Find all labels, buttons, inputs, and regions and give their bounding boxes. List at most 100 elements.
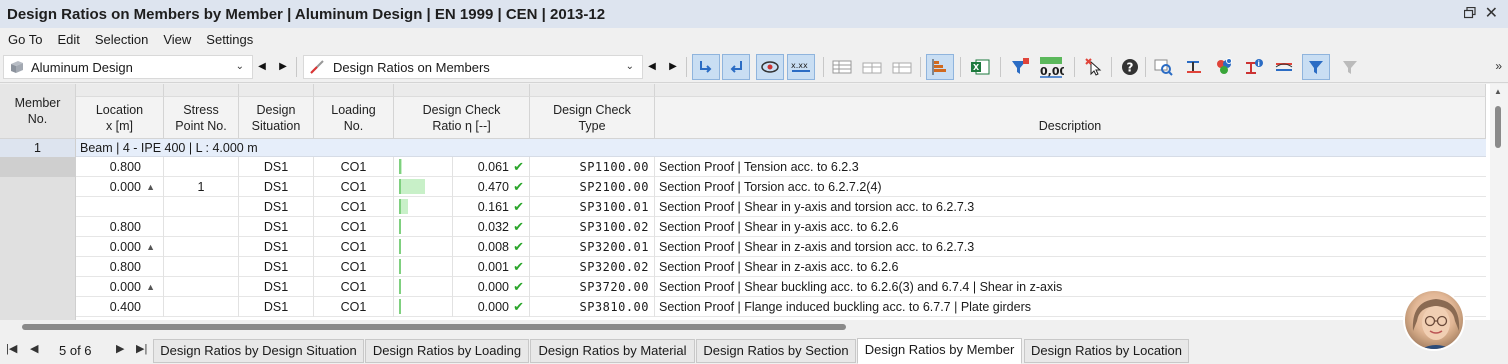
cell-location[interactable]: 0.800 xyxy=(76,217,164,237)
cell-ratio[interactable]: 0.032 ✔ xyxy=(453,217,530,237)
deselect-button[interactable] xyxy=(1080,54,1108,80)
filter-button[interactable] xyxy=(1006,54,1034,80)
view-button[interactable] xyxy=(756,54,784,80)
help-button[interactable]: ? xyxy=(1116,54,1144,80)
tab-design-ratios-by-design-situation[interactable]: Design Ratios by Design Situation xyxy=(153,339,364,363)
horizontal-scroll-thumb[interactable] xyxy=(22,324,846,330)
cell-ratio[interactable]: 0.161 ✔ xyxy=(453,197,530,217)
table-options-button[interactable] xyxy=(858,54,886,80)
cell-loading[interactable]: CO1 xyxy=(314,157,394,177)
cell-design-situation[interactable]: DS1 xyxy=(239,177,314,197)
cell-description[interactable]: Section Proof | Torsion acc. to 6.2.7.2(… xyxy=(655,177,1486,197)
horizontal-scrollbar[interactable] xyxy=(0,320,1490,334)
col-header-loading[interactable]: Loading No. xyxy=(314,97,394,139)
cell-description[interactable]: Section Proof | Shear in z-axis acc. to … xyxy=(655,257,1486,277)
row-header-selected[interactable] xyxy=(0,157,76,177)
col-header-stress-point[interactable]: Stress Point No. xyxy=(164,97,239,139)
cell-check-type[interactable]: SP2100.00 xyxy=(530,177,655,197)
cell-description[interactable]: Section Proof | Shear in y-axis and tors… xyxy=(655,197,1486,217)
bar-chart-button[interactable] xyxy=(926,54,954,80)
col-header-description[interactable]: Description xyxy=(655,97,1486,139)
menu-goto[interactable]: Go To xyxy=(0,32,49,47)
active-filter-button[interactable] xyxy=(1302,54,1330,80)
search-table-button[interactable] xyxy=(1150,54,1178,80)
cell-loading[interactable]: CO1 xyxy=(314,197,394,217)
cell-loading[interactable]: CO1 xyxy=(314,237,394,257)
menu-view[interactable]: View xyxy=(155,32,198,47)
close-icon[interactable]: ✕ xyxy=(1485,3,1498,23)
cell-ratio[interactable]: 0.001 ✔ xyxy=(453,257,530,277)
cell-stress-point[interactable] xyxy=(164,157,239,177)
prev-module-button[interactable]: ◀ xyxy=(255,58,269,76)
tab-design-ratios-by-loading[interactable]: Design Ratios by Loading xyxy=(365,339,529,363)
section-info-button[interactable]: i xyxy=(1240,54,1268,80)
cell-stress-point[interactable] xyxy=(164,237,239,257)
scroll-up-icon[interactable]: ▲ xyxy=(1494,87,1502,96)
member-group-row[interactable]: Beam | 4 - IPE 400 | L : 4.000 m xyxy=(76,139,1486,157)
vertical-scrollbar[interactable]: ▲ xyxy=(1490,84,1508,320)
cell-location[interactable]: 0.400 xyxy=(76,297,164,317)
cell-loading[interactable]: CO1 xyxy=(314,297,394,317)
menu-settings[interactable]: Settings xyxy=(198,32,260,47)
table-row[interactable]: 0.000 ▲ DS1 CO1 0.008 ✔ SP3200.01 Section Proof… xyxy=(76,237,1486,257)
tab-design-ratios-by-material[interactable]: Design Ratios by Material xyxy=(530,339,695,363)
menu-selection[interactable]: Selection xyxy=(87,32,155,47)
prev-page-icon[interactable]: ◀ xyxy=(30,342,38,355)
assistant-avatar[interactable] xyxy=(1403,289,1465,351)
cell-ratio[interactable]: 0.061 ✔ xyxy=(453,157,530,177)
col-header-type[interactable]: Design Check Type xyxy=(530,97,655,139)
cell-location[interactable]: 0.000 ▲ xyxy=(76,177,164,197)
restore-icon[interactable] xyxy=(1464,7,1476,19)
cell-design-situation[interactable]: DS1 xyxy=(239,277,314,297)
color-scheme-button[interactable] xyxy=(1210,54,1238,80)
cell-stress-point[interactable] xyxy=(164,217,239,237)
table-row[interactable]: 0.800 DS1 CO1 0.061 ✔ SP1100.00 Section Proof … xyxy=(76,157,1486,177)
table-row[interactable]: 0.800 DS1 CO1 0.001 ✔ SP3200.02 Section Proof … xyxy=(76,257,1486,277)
cell-location[interactable]: 0.000 ▲ xyxy=(76,277,164,297)
cell-location[interactable]: 0.800 xyxy=(76,157,164,177)
cell-check-type[interactable]: SP1100.00 xyxy=(530,157,655,177)
cell-stress-point[interactable] xyxy=(164,297,239,317)
cell-location[interactable] xyxy=(76,197,164,217)
overflow-chevron-icon[interactable]: » xyxy=(1495,59,1502,73)
col-header-location[interactable]: Location x [m] xyxy=(76,97,164,139)
table-row[interactable]: 0.400 DS1 CO1 0.000 ✔ SP3810.00 Section Proof … xyxy=(76,297,1486,317)
cell-design-situation[interactable]: DS1 xyxy=(239,157,314,177)
cell-check-type[interactable]: SP3200.02 xyxy=(530,257,655,277)
tab-design-ratios-by-section[interactable]: Design Ratios by Section xyxy=(696,339,856,363)
cell-stress-point[interactable] xyxy=(164,277,239,297)
table-view-button[interactable] xyxy=(828,54,856,80)
first-page-icon[interactable]: |◀ xyxy=(6,342,17,355)
module-combo[interactable]: Aluminum Design ⌄ xyxy=(3,55,253,79)
cell-design-situation[interactable]: DS1 xyxy=(239,217,314,237)
numbering-button[interactable]: x.xx xyxy=(787,54,815,80)
col-header-member[interactable]: Member No. xyxy=(0,84,76,139)
cell-ratio[interactable]: 0.008 ✔ xyxy=(453,237,530,257)
table-row[interactable]: DS1 CO1 0.161 ✔ SP3100.01 Section Proof | She… xyxy=(76,197,1486,217)
cell-description[interactable]: Section Proof | Shear buckling acc. to 6… xyxy=(655,277,1486,297)
cell-check-type[interactable]: SP3100.01 xyxy=(530,197,655,217)
next-page-icon[interactable]: ▶ xyxy=(116,342,124,355)
cell-ratio[interactable]: 0.000 ✔ xyxy=(453,297,530,317)
tab-design-ratios-by-member[interactable]: Design Ratios by Member xyxy=(857,338,1022,364)
cell-ratio[interactable]: 0.470 ✔ xyxy=(453,177,530,197)
table-row[interactable]: 0.800 DS1 CO1 0.032 ✔ SP3100.02 Section Proof … xyxy=(76,217,1486,237)
export-excel-button[interactable]: X xyxy=(966,54,994,80)
table-columns-button[interactable] xyxy=(888,54,916,80)
cell-loading[interactable]: CO1 xyxy=(314,177,394,197)
result-diagram-button[interactable] xyxy=(1270,54,1298,80)
table-combo[interactable]: Design Ratios on Members ⌄ xyxy=(303,55,643,79)
cell-loading[interactable]: CO1 xyxy=(314,277,394,297)
cell-location[interactable]: 0.000 ▲ xyxy=(76,237,164,257)
member-detail-button[interactable] xyxy=(1180,54,1208,80)
member-number-cell[interactable]: 1 xyxy=(0,139,76,157)
cell-check-type[interactable]: SP3810.00 xyxy=(530,297,655,317)
clear-filter-button[interactable] xyxy=(1336,54,1364,80)
col-header-design-situation[interactable]: Design Situation xyxy=(239,97,314,139)
last-page-icon[interactable]: ▶| xyxy=(136,342,147,355)
cell-design-situation[interactable]: DS1 xyxy=(239,237,314,257)
cell-check-type[interactable]: SP3200.01 xyxy=(530,237,655,257)
col-header-ratio[interactable]: Design Check Ratio η [--] xyxy=(394,97,530,139)
menu-edit[interactable]: Edit xyxy=(49,32,86,47)
cell-design-situation[interactable]: DS1 xyxy=(239,297,314,317)
